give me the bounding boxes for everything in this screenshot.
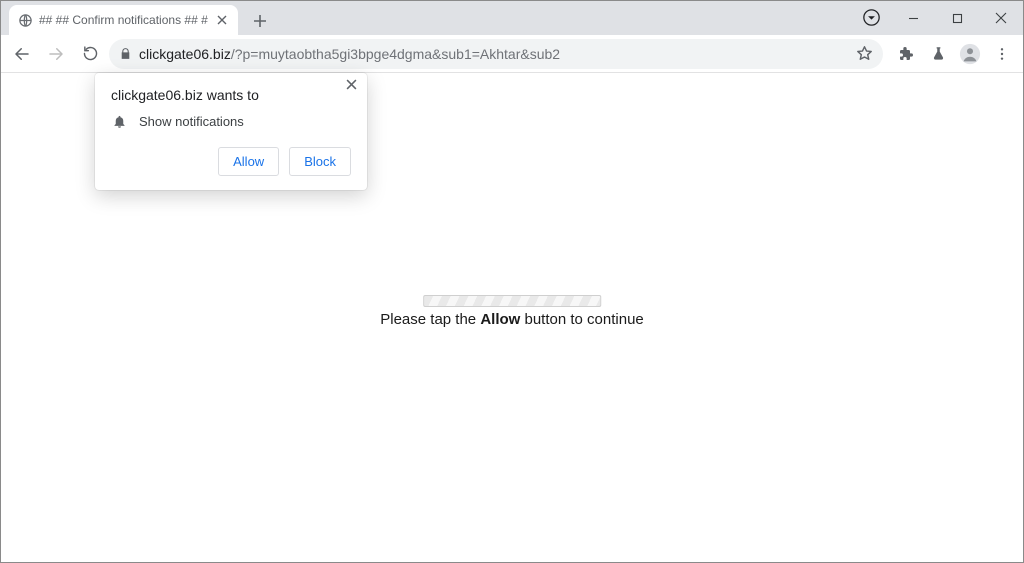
page-center: Please tap the Allow button to continue	[380, 295, 644, 328]
bookmark-star-icon[interactable]	[855, 45, 873, 63]
url-path: /?p=muytaobtha5gi3bpge4dgma&sub1=Akhtar&…	[231, 46, 560, 62]
url-host: clickgate06.biz	[139, 46, 231, 62]
back-button[interactable]	[7, 39, 37, 69]
new-tab-button[interactable]	[246, 7, 274, 35]
page-content: Please tap the Allow button to continue …	[1, 73, 1023, 562]
close-window-button[interactable]	[979, 3, 1023, 33]
permission-row: Show notifications	[111, 113, 351, 129]
globe-icon	[17, 12, 33, 28]
msg-prefix: Please tap the	[380, 311, 480, 328]
tab-close-icon[interactable]	[214, 12, 230, 28]
maximize-button[interactable]	[935, 3, 979, 33]
account-dropdown-icon[interactable]	[861, 7, 881, 27]
forward-button[interactable]	[41, 39, 71, 69]
window-controls	[891, 1, 1023, 35]
msg-suffix: button to continue	[520, 311, 643, 328]
allow-button[interactable]: Allow	[218, 147, 279, 176]
menu-kebab-icon[interactable]	[987, 39, 1017, 69]
window-titlebar: ## ## Confirm notifications ## #	[1, 1, 1023, 35]
browser-toolbar: clickgate06.biz/?p=muytaobtha5gi3bpge4dg…	[1, 35, 1023, 73]
reload-button[interactable]	[75, 39, 105, 69]
progress-bar	[423, 295, 601, 307]
browser-tab[interactable]: ## ## Confirm notifications ## #	[9, 5, 238, 35]
permission-label: Show notifications	[139, 114, 244, 129]
popup-close-icon[interactable]	[346, 79, 357, 90]
address-bar[interactable]: clickgate06.biz/?p=muytaobtha5gi3bpge4dg…	[109, 39, 883, 69]
popup-actions: Allow Block	[111, 147, 351, 176]
url-text: clickgate06.biz/?p=muytaobtha5gi3bpge4dg…	[139, 46, 849, 62]
profile-avatar-icon[interactable]	[955, 39, 985, 69]
popup-headline: clickgate06.biz wants to	[111, 87, 351, 103]
tab-title: ## ## Confirm notifications ## #	[39, 13, 208, 27]
msg-bold: Allow	[480, 311, 520, 328]
lock-icon	[117, 46, 133, 62]
labs-icon[interactable]	[923, 39, 953, 69]
notification-permission-popup: clickgate06.biz wants to Show notificati…	[95, 73, 367, 190]
tab-strip: ## ## Confirm notifications ## #	[1, 1, 274, 35]
bell-icon	[111, 113, 127, 129]
extensions-icon[interactable]	[891, 39, 921, 69]
instruction-text: Please tap the Allow button to continue	[380, 311, 644, 328]
minimize-button[interactable]	[891, 3, 935, 33]
toolbar-right-group	[887, 39, 1017, 69]
block-button[interactable]: Block	[289, 147, 351, 176]
